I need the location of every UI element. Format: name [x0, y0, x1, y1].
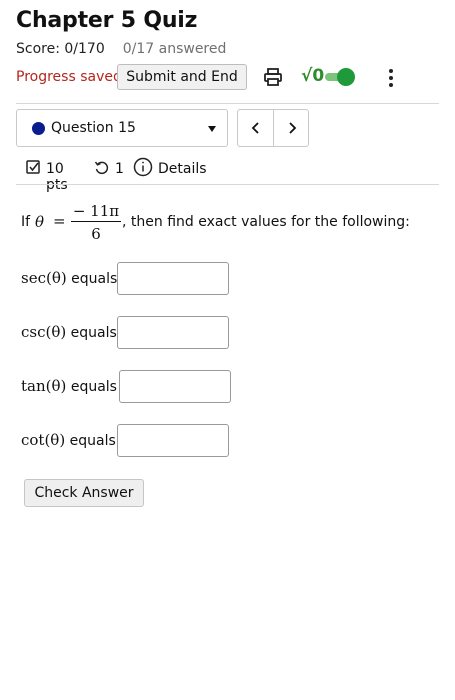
answer-label: sec(θ) equals: [21, 269, 117, 287]
function-name: tan(θ): [21, 377, 67, 395]
csc-answer-input[interactable]: [117, 316, 229, 349]
checkbox-icon: [26, 160, 40, 174]
fraction-numerator: − 11π: [72, 202, 120, 220]
details-link[interactable]: Details: [158, 161, 207, 177]
progress-status: Progress saved: [16, 69, 122, 85]
answer-row-csc: csc(θ) equals: [21, 316, 281, 350]
theta-symbol: θ: [35, 213, 45, 231]
cot-answer-input[interactable]: [117, 424, 229, 457]
prompt-suffix: , then find exact values for the followi…: [122, 214, 410, 230]
function-name: cot(θ): [21, 431, 66, 449]
status-toolbar: Progress saved Submit and End √0: [16, 64, 396, 90]
answer-label: tan(θ) equals: [21, 377, 117, 395]
submit-and-end-button[interactable]: Submit and End: [117, 64, 247, 90]
previous-question-button[interactable]: [238, 110, 273, 146]
points-label: 10 pts: [46, 161, 68, 193]
fraction-denominator: 6: [91, 225, 101, 243]
score-text: Score: 0/170: [16, 41, 105, 57]
answer-row-sec: sec(θ) equals: [21, 262, 281, 296]
question-selector[interactable]: Question 15: [16, 109, 228, 147]
retry-count: 1: [115, 161, 124, 177]
fraction-bar: [71, 221, 121, 222]
question-status-dot: [32, 122, 45, 135]
answer-label: cot(θ) equals: [21, 431, 116, 449]
printer-icon[interactable]: [263, 67, 283, 87]
chevron-right-icon: [288, 122, 296, 134]
tan-answer-input[interactable]: [119, 370, 231, 403]
answer-row-cot: cot(θ) equals: [21, 424, 281, 458]
answered-count: 0/17 answered: [122, 41, 227, 57]
answer-label: csc(θ) equals: [21, 323, 117, 341]
equals-text: equals: [65, 433, 116, 449]
function-name: csc(θ): [21, 323, 67, 341]
check-answer-button[interactable]: Check Answer: [24, 479, 144, 507]
retry-icon: [94, 161, 109, 175]
question-selector-label: Question 15: [51, 120, 136, 136]
score-row: Score: 0/170 0/17 answered: [16, 41, 226, 57]
sec-answer-input[interactable]: [117, 262, 229, 295]
answer-row-tan: tan(θ) equals: [21, 370, 281, 404]
question-prompt: If θ = − 11π 6 , then find exact values …: [21, 198, 441, 244]
chevron-left-icon: [251, 122, 259, 134]
sqrt-icon: √0: [301, 66, 325, 86]
function-name: sec(θ): [21, 269, 67, 287]
more-vertical-icon[interactable]: [385, 66, 397, 90]
page-title: Chapter 5 Quiz: [16, 8, 198, 33]
question-navigation: [237, 109, 309, 147]
equals-text: equals: [66, 325, 117, 341]
equals-text: equals: [66, 379, 117, 395]
caret-down-icon: [208, 126, 216, 132]
next-question-button[interactable]: [274, 110, 309, 146]
math-entry-toggle[interactable]: √0: [301, 65, 357, 89]
info-icon[interactable]: [133, 157, 153, 177]
divider: [16, 184, 439, 185]
divider: [16, 103, 439, 104]
prompt-prefix: If: [21, 214, 31, 230]
toggle-knob: [337, 68, 355, 86]
equals-sign: =: [53, 212, 66, 230]
equals-text: equals: [66, 271, 118, 287]
